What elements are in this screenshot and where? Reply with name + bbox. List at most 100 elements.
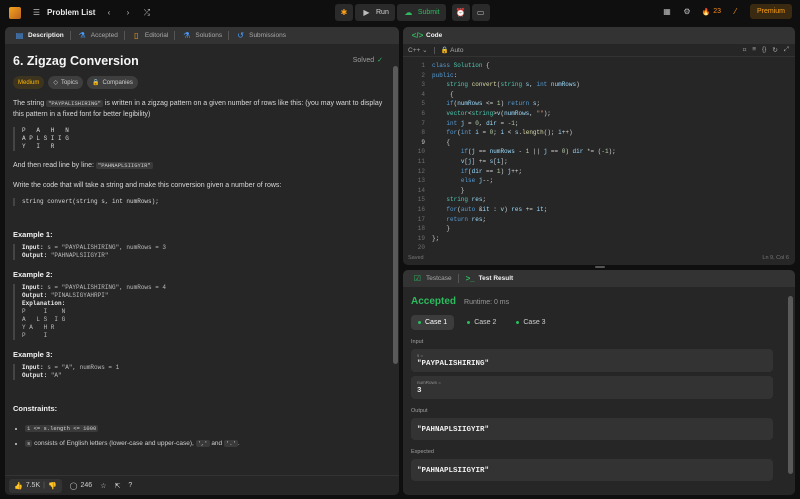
run-button[interactable]: ▶ Run bbox=[355, 4, 395, 21]
bookmark-icon[interactable]: ⌑ bbox=[743, 46, 746, 54]
run-submit-group: ✱ ▶ Run ☁ Submit ⏰ ▭ bbox=[335, 4, 490, 21]
case-1-tab[interactable]: Case 1 bbox=[411, 315, 455, 330]
example-2-box: Input: s = "PAYPALISHIRING", numRows = 4… bbox=[13, 284, 391, 340]
cursor-position: Ln 9, Col 6 bbox=[762, 255, 789, 261]
example-1-box: Input: s = "PAYPALISHIRING", numRows = 3… bbox=[13, 244, 391, 260]
result-scrollbar[interactable] bbox=[788, 296, 793, 474]
code-brackets-icon: </> bbox=[411, 31, 424, 40]
language-select[interactable]: C++ ⌄ bbox=[408, 46, 428, 54]
case-2-tab[interactable]: Case 2 bbox=[460, 315, 503, 330]
chevron-left-icon[interactable]: ‹ bbox=[103, 7, 114, 18]
thumbs-up-icon: 👍 bbox=[14, 482, 23, 490]
alarm-clock-icon: ⏰ bbox=[455, 8, 466, 17]
note-icon: ▭ bbox=[476, 8, 485, 17]
notes-button[interactable]: ▭ bbox=[471, 4, 490, 21]
tab-description[interactable]: ▤ Description bbox=[11, 30, 67, 41]
panel-resize-handle[interactable] bbox=[595, 266, 605, 268]
result-tab-bar: ☑ Testcase >_ Test Result bbox=[403, 270, 795, 287]
problem-list-label: Problem List bbox=[47, 8, 96, 17]
top-navbar: ☰ Problem List ‹ › ⤮ ✱ ▶ Run ☁ Submit ⏰ … bbox=[0, 0, 800, 25]
premium-button[interactable]: Premium bbox=[749, 4, 792, 19]
submit-button[interactable]: ☁ Submit bbox=[396, 4, 446, 21]
braces-icon[interactable]: {} bbox=[762, 46, 766, 54]
tab-editorial[interactable]: ▯ Editorial bbox=[128, 30, 171, 41]
document-icon: ▤ bbox=[15, 31, 24, 40]
flask-icon: ⚗ bbox=[78, 31, 86, 40]
fire-icon: 🔥 bbox=[701, 8, 711, 16]
input-numrows-box: numRows = 3 bbox=[411, 376, 773, 399]
read-line-paragraph: And then read line by line: "PAHNAPLSIIG… bbox=[13, 162, 153, 169]
check-circle-icon: ✓ bbox=[377, 57, 383, 64]
problem-title[interactable]: 6. Zigzag Conversion bbox=[13, 54, 391, 68]
run-label: Run bbox=[376, 9, 389, 16]
cloud-upload-icon: ☁ bbox=[404, 8, 413, 17]
input-s-box: s = "PAYPALISHIRING" bbox=[411, 349, 773, 372]
output-box: "PAHNAPLSIIGYIR" bbox=[411, 418, 773, 440]
expected-label: Expected bbox=[411, 449, 434, 455]
tag-icon: ◇ bbox=[53, 80, 58, 86]
fullscreen-icon[interactable]: ⤢ bbox=[784, 46, 789, 54]
tab-accepted[interactable]: ⚗ Accepted bbox=[74, 30, 121, 41]
streak-counter[interactable]: 🔥 23 bbox=[701, 8, 721, 16]
tab-submissions[interactable]: ↺ Submissions bbox=[232, 30, 289, 41]
submit-label: Submit bbox=[417, 9, 440, 16]
comment-icon: ◯ bbox=[69, 482, 78, 490]
code-panel: </> Code C++ ⌄ 🔒 Auto ⌑ ≡ {} ↻ ⤢ 1 class … bbox=[403, 27, 795, 265]
checkbox-icon: ☑ bbox=[413, 274, 422, 283]
function-signature: string convert(string s, int numRows); bbox=[13, 198, 391, 206]
layout-icon[interactable]: ▦ bbox=[661, 6, 672, 17]
reset-icon[interactable]: ↻ bbox=[772, 46, 777, 54]
help-icon[interactable]: ? bbox=[128, 482, 132, 489]
companies-chip[interactable]: 🔒 Companies bbox=[86, 76, 138, 89]
terminal-icon: >_ bbox=[465, 274, 475, 283]
example-2-heading: Example 2: bbox=[13, 270, 53, 279]
verdict-label: Accepted bbox=[411, 296, 457, 307]
case-3-tab[interactable]: Case 3 bbox=[509, 315, 552, 330]
tab-solutions[interactable]: ⚗ Solutions bbox=[178, 30, 225, 41]
intro-paragraph: The string "PAYPALISHIRING" is written i… bbox=[13, 100, 383, 118]
thumbs-down-icon[interactable]: 👎 bbox=[48, 482, 57, 490]
problem-description: 6. Zigzag Conversion Solved ✓ Medium ◇ T… bbox=[5, 44, 399, 466]
test-result-panel: ☑ Testcase >_ Test Result Accepted Runti… bbox=[403, 270, 795, 495]
input-label: Input bbox=[411, 339, 424, 345]
like-button[interactable]: 👍 7.5K | 👎 bbox=[9, 478, 62, 493]
example-1-heading: Example 1: bbox=[13, 230, 53, 239]
constraints-list: 1 <= s.length <= 1000 s consists of Engl… bbox=[13, 421, 391, 451]
chevron-right-icon[interactable]: › bbox=[122, 7, 133, 18]
tab-testcase[interactable]: ☑ Testcase bbox=[409, 273, 455, 284]
description-footer: 👍 7.5K | 👎 ◯ 246 ☆ ⇱ ? bbox=[5, 475, 399, 495]
description-scrollbar[interactable] bbox=[393, 66, 398, 364]
timer-button[interactable]: ⏰ bbox=[451, 4, 470, 21]
book-icon: ▯ bbox=[134, 31, 139, 40]
example-3-heading: Example 3: bbox=[13, 350, 53, 359]
left-tab-bar: ▤ Description ⚗ Accepted ▯ Editorial ⚗ S… bbox=[5, 27, 399, 44]
runtime-label: Runtime: 0 ms bbox=[464, 299, 510, 306]
problem-list-button[interactable]: ☰ Problem List bbox=[31, 7, 96, 18]
flask-icon: ⚗ bbox=[183, 31, 191, 40]
expected-box: "PAHNAPLSIIGYIR" bbox=[411, 459, 773, 481]
write-code-paragraph: Write the code that will take a string a… bbox=[13, 182, 282, 189]
format-icon[interactable]: ≡ bbox=[752, 46, 756, 54]
auto-mode[interactable]: 🔒 Auto bbox=[441, 46, 464, 54]
settings-gear-icon[interactable]: ⚙ bbox=[681, 6, 692, 17]
case-tabs: Case 1 Case 2 Case 3 bbox=[411, 315, 787, 330]
history-icon: ↺ bbox=[237, 31, 244, 40]
tab-test-result[interactable]: >_ Test Result bbox=[462, 273, 517, 284]
play-icon: ▶ bbox=[363, 8, 370, 17]
code-toolbar: C++ ⌄ 🔒 Auto ⌑ ≡ {} ↻ ⤢ bbox=[403, 44, 795, 57]
topics-chip[interactable]: ◇ Topics bbox=[48, 76, 83, 89]
sparkle-icon[interactable]: ⁄ bbox=[730, 6, 741, 17]
debug-button[interactable]: ✱ bbox=[335, 4, 353, 21]
shuffle-icon[interactable]: ⤮ bbox=[141, 7, 152, 18]
comments-button[interactable]: ◯ 246 bbox=[70, 482, 93, 490]
code-editor[interactable]: 1 class Solution { 2 public: 3 string conv… bbox=[403, 57, 795, 251]
save-status: Saved bbox=[408, 255, 424, 261]
constraint-item: s consists of English letters (lower-cas… bbox=[25, 436, 391, 451]
difficulty-badge: Medium bbox=[13, 76, 45, 89]
star-icon[interactable]: ☆ bbox=[100, 482, 106, 490]
tab-code[interactable]: </> Code bbox=[409, 30, 445, 41]
leetcode-logo[interactable] bbox=[9, 6, 21, 19]
share-icon[interactable]: ⇱ bbox=[114, 482, 120, 490]
bug-icon: ✱ bbox=[340, 8, 348, 17]
solved-status: Solved ✓ bbox=[352, 56, 383, 65]
